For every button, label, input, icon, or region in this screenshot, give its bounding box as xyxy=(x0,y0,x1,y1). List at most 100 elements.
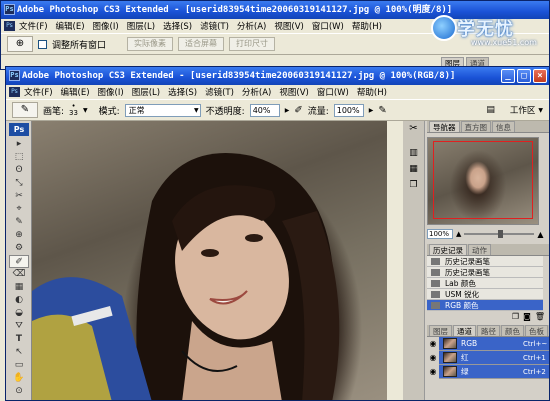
trash-icon[interactable]: 🗑 xyxy=(535,311,545,323)
history-item[interactable]: 历史记录画笔 xyxy=(427,267,543,278)
menu-filter[interactable]: 滤镜(T) xyxy=(200,20,229,32)
brush-tool-icon[interactable]: ⊕ xyxy=(9,229,29,242)
history-brush-tool-icon[interactable]: ✐ xyxy=(9,255,29,268)
type-tool-icon[interactable]: T xyxy=(9,333,29,346)
channel-row[interactable]: ◉ RGB Ctrl+~ xyxy=(427,336,549,351)
menu-file[interactable]: 文件(F) xyxy=(24,86,53,98)
history-brush-preset[interactable]: ✎ xyxy=(12,102,38,118)
fit-screen-button[interactable]: 适合屏幕 xyxy=(178,37,225,51)
blur-tool-icon[interactable]: ◐ xyxy=(9,294,29,307)
maximize-button[interactable]: □ xyxy=(517,69,531,83)
zoom-tool-preset[interactable]: ⊕ xyxy=(7,36,33,52)
tab-layers[interactable]: 图层 xyxy=(429,325,452,336)
tab-channels[interactable]: 通道 xyxy=(453,325,476,336)
clone-stamp-tool-icon[interactable]: ⚙ xyxy=(9,242,29,255)
new-snapshot-icon[interactable]: ◙ xyxy=(523,311,531,323)
pen-tool-icon[interactable]: ⛛ xyxy=(9,320,29,333)
zoom-slider-knob[interactable] xyxy=(498,230,504,238)
crop-tool-icon[interactable]: ✂ xyxy=(9,190,29,203)
channel-row[interactable]: ◉ 绿 Ctrl+2 xyxy=(427,364,549,379)
navigator-view-box[interactable] xyxy=(433,141,533,219)
eye-icon[interactable]: ◉ xyxy=(427,336,439,351)
presets-panel-icon[interactable]: ▦ xyxy=(403,161,424,177)
healing-brush-tool-icon[interactable]: ✎ xyxy=(9,216,29,229)
menu-help[interactable]: 帮助(H) xyxy=(357,86,387,98)
history-item[interactable]: 历史记录画笔 xyxy=(427,256,543,267)
front-window-titlebar[interactable]: Ps Adobe Photoshop CS3 Extended - [useri… xyxy=(6,67,549,85)
menu-edit[interactable]: 编辑(E) xyxy=(61,86,90,98)
clone-source-icon[interactable]: ❐ xyxy=(403,177,424,193)
tab-color[interactable]: 颜色 xyxy=(501,325,524,336)
history-item-selected[interactable]: RGB 颜色 xyxy=(427,300,543,311)
brushes-panel-icon[interactable]: ▥ xyxy=(403,145,424,161)
move-tool-icon[interactable]: ▸ xyxy=(9,138,29,151)
eye-icon[interactable]: ◉ xyxy=(427,364,439,379)
menu-select[interactable]: 选择(S) xyxy=(163,20,192,32)
flow-input[interactable]: 100% xyxy=(333,103,364,117)
menu-filter[interactable]: 滤镜(T) xyxy=(205,86,234,98)
lasso-tool-icon[interactable]: ʘ xyxy=(9,164,29,177)
menu-layer[interactable]: 图层(L) xyxy=(132,86,160,98)
menu-help[interactable]: 帮助(H) xyxy=(352,20,382,32)
image-canvas[interactable] xyxy=(32,121,387,400)
airbrush-icon[interactable]: ✐ xyxy=(294,105,302,116)
dodge-tool-icon[interactable]: ◒ xyxy=(9,307,29,320)
menu-edit[interactable]: 编辑(E) xyxy=(56,20,85,32)
history-item[interactable]: USM 锐化 xyxy=(427,289,543,300)
menu-file[interactable]: 文件(F) xyxy=(19,20,48,32)
minimize-button[interactable]: _ xyxy=(501,69,515,83)
hand-tool-icon[interactable]: ✋ xyxy=(9,372,29,385)
scissors-icon[interactable]: ✂ xyxy=(403,121,424,137)
marquee-tool-icon[interactable]: ⬚ xyxy=(9,151,29,164)
tab-paths[interactable]: 路径 xyxy=(477,325,500,336)
navigator-zoom-input[interactable]: 100% xyxy=(427,229,453,239)
navigator-preview[interactable] xyxy=(427,137,539,225)
opacity-input[interactable]: 40% xyxy=(249,103,280,117)
eyedropper-tool-icon[interactable]: ⊙ xyxy=(9,385,29,398)
eraser-tool-icon[interactable]: ⌫ xyxy=(9,268,29,281)
menu-image[interactable]: 图像(I) xyxy=(93,20,119,32)
tab-swatches[interactable]: 色板 xyxy=(525,325,548,336)
zoom-out-icon[interactable]: ▲ xyxy=(456,230,461,238)
menu-analysis[interactable]: 分析(A) xyxy=(242,86,271,98)
menu-window[interactable]: 窗口(W) xyxy=(317,86,349,98)
tab-histogram[interactable]: 直方图 xyxy=(460,121,491,132)
menu-view[interactable]: 视图(V) xyxy=(274,20,303,32)
gradient-tool-icon[interactable]: ▦ xyxy=(9,281,29,294)
flow-arrow-icon[interactable]: ▶ xyxy=(369,107,374,114)
tab-navigator[interactable]: 导航器 xyxy=(429,121,460,132)
path-selection-tool-icon[interactable]: ↖ xyxy=(9,346,29,359)
brush-picker-arrow-icon[interactable]: ▼ xyxy=(83,107,88,114)
menu-select[interactable]: 选择(S) xyxy=(168,86,197,98)
opacity-arrow-icon[interactable]: ▶ xyxy=(285,107,290,114)
slice-tool-icon[interactable]: ⌖ xyxy=(9,203,29,216)
zoom-in-icon[interactable]: ▲ xyxy=(537,230,543,239)
actual-pixels-button[interactable]: 实际像素 xyxy=(127,37,174,51)
channel-row[interactable]: ◉ 红 Ctrl+1 xyxy=(427,350,549,365)
workspace-button[interactable]: ▤ 工作区 ▼ xyxy=(486,104,543,116)
menu-analysis[interactable]: 分析(A) xyxy=(237,20,266,32)
menu-image[interactable]: 图像(I) xyxy=(98,86,124,98)
tab-info[interactable]: 信息 xyxy=(492,121,515,132)
menu-layer[interactable]: 图层(L) xyxy=(127,20,155,32)
ps-menu-icon[interactable]: Ps xyxy=(9,87,20,97)
new-document-icon[interactable]: ❐ xyxy=(512,311,519,323)
eye-icon[interactable]: ◉ xyxy=(427,350,439,365)
menu-window[interactable]: 窗口(W) xyxy=(312,20,344,32)
menu-view[interactable]: 视图(V) xyxy=(279,86,308,98)
navigator-zoom-slider[interactable] xyxy=(464,230,535,238)
brush-size-picker[interactable]: • 33 xyxy=(69,103,78,117)
close-button[interactable]: × xyxy=(533,69,547,83)
print-size-button[interactable]: 打印尺寸 xyxy=(229,37,276,51)
tab-actions[interactable]: 动作 xyxy=(468,244,491,255)
palette-well-icon[interactable]: ▤ xyxy=(486,105,495,115)
shape-tool-icon[interactable]: ▭ xyxy=(9,359,29,372)
toolbox-ps-badge[interactable]: Ps xyxy=(9,123,29,136)
mode-dropdown[interactable]: 正常 xyxy=(124,103,201,117)
resize-windows-checkbox[interactable] xyxy=(38,39,47,49)
tab-history[interactable]: 历史记录 xyxy=(429,244,467,255)
magic-wand-tool-icon[interactable]: ⤡ xyxy=(9,177,29,190)
tablet-icon[interactable]: ✎ xyxy=(378,105,386,116)
history-item[interactable]: Lab 颜色 xyxy=(427,278,543,289)
ps-menu-icon[interactable]: Ps xyxy=(4,21,15,31)
